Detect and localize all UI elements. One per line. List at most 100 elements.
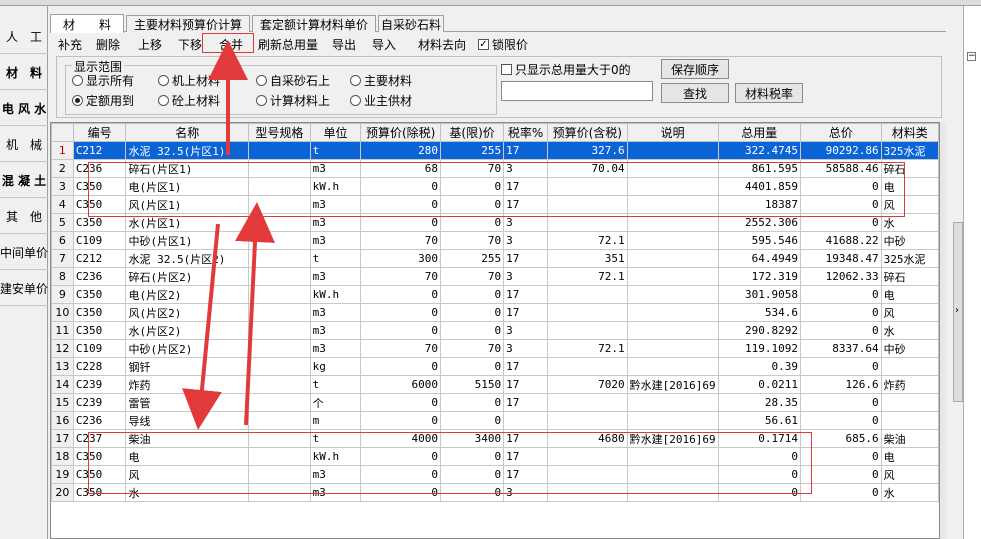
table-cell[interactable] (248, 375, 311, 394)
table-cell[interactable]: 301.9058 (717, 285, 802, 304)
radio-main-material[interactable]: 主要材料 (350, 72, 412, 89)
table-cell[interactable]: 风(片区2) (125, 303, 250, 322)
table-cell[interactable]: 9 (51, 285, 74, 304)
table-cell[interactable]: 0 (360, 285, 441, 304)
table-cell[interactable]: 0 (439, 303, 505, 322)
export-button[interactable]: 导出 (332, 35, 356, 53)
table-cell[interactable]: 水 (880, 483, 939, 502)
column-header[interactable] (51, 123, 74, 142)
table-cell[interactable] (248, 321, 311, 340)
add-button[interactable]: 补充 (58, 35, 82, 53)
table-cell[interactable] (248, 249, 311, 268)
table-cell[interactable]: 雷管 (125, 393, 250, 412)
table-cell[interactable]: 17 (503, 303, 548, 322)
table-row[interactable]: 6 C109 中砂(片区1) m3 70 70 3 72.1 595.546 41688.22 中砂 (51, 231, 939, 250)
tab-self-sand-stone[interactable]: 自采砂石料 (378, 15, 444, 32)
table-cell[interactable]: 70 (360, 339, 441, 358)
move-up-button[interactable]: 上移 (138, 35, 162, 53)
table-cell[interactable]: 17 (51, 429, 74, 448)
table-cell[interactable]: C239 (72, 375, 127, 394)
table-cell[interactable]: C228 (72, 357, 127, 376)
table-row[interactable]: 16 C236 导线 m 0 0 56.61 0 (51, 411, 939, 430)
table-cell[interactable] (248, 339, 311, 358)
table-cell[interactable]: 0 (800, 411, 882, 430)
left-nav-item[interactable]: 材 料 (0, 56, 48, 90)
table-cell[interactable]: 0 (800, 357, 882, 376)
table-cell[interactable] (880, 411, 939, 430)
table-cell[interactable] (248, 393, 311, 412)
material-destination-button[interactable]: 材料去向 (418, 35, 466, 53)
table-cell[interactable]: 0.39 (717, 357, 802, 376)
table-cell[interactable]: 电 (880, 285, 939, 304)
table-cell[interactable]: C109 (72, 231, 127, 250)
table-cell[interactable]: 0 (800, 321, 882, 340)
table-cell[interactable]: 10 (51, 303, 74, 322)
radio-quota-used[interactable]: 定额用到 (72, 92, 134, 109)
move-down-button[interactable]: 下移 (178, 35, 202, 53)
table-cell[interactable]: 17 (503, 375, 548, 394)
table-cell[interactable]: 70 (439, 267, 505, 286)
table-cell[interactable]: m (309, 411, 362, 430)
column-header[interactable]: 基(限)价 (439, 123, 505, 142)
table-cell[interactable]: C212 (72, 249, 127, 268)
table-cell[interactable]: 322.4745 (717, 141, 802, 160)
table-cell[interactable]: 导线 (125, 411, 250, 430)
table-cell[interactable]: 90292.86 (800, 141, 882, 160)
table-cell[interactable]: 70 (360, 231, 441, 250)
column-header[interactable]: 税率% (503, 123, 548, 142)
table-cell[interactable] (546, 321, 628, 340)
table-cell[interactable] (626, 339, 719, 358)
table-cell[interactable]: 3 (503, 267, 548, 286)
table-cell[interactable]: 17 (503, 285, 548, 304)
table-cell[interactable]: 11 (51, 321, 74, 340)
table-cell[interactable]: C236 (72, 411, 127, 430)
table-cell[interactable]: 41688.22 (800, 231, 882, 250)
radio-show-all[interactable]: 显示所有 (72, 72, 134, 89)
column-header[interactable]: 预算价(含税) (546, 123, 628, 142)
table-cell[interactable]: 126.6 (800, 375, 882, 394)
left-nav-item[interactable]: 建安单价 (0, 272, 48, 306)
table-cell[interactable]: 595.546 (717, 231, 802, 250)
table-cell[interactable] (626, 267, 719, 286)
table-row[interactable]: 1 C212 水泥 32.5(片区1) t 280 255 17 327.6 322.4745 9… (51, 141, 939, 160)
table-cell[interactable]: C109 (72, 339, 127, 358)
table-cell[interactable] (546, 285, 628, 304)
table-cell[interactable]: 风 (880, 303, 939, 322)
left-nav-item[interactable]: 其 他 (0, 200, 48, 234)
table-cell[interactable]: 64.4949 (717, 249, 802, 268)
table-cell[interactable]: 72.1 (546, 339, 628, 358)
table-cell[interactable]: 5150 (439, 375, 505, 394)
radio-owner-supplied[interactable]: 业主供材 (350, 92, 412, 109)
table-row[interactable]: 14 C239 炸药 t 6000 5150 17 7020 黔水建[2016]69 0.0211… (51, 375, 939, 394)
search-button[interactable]: 查找 (661, 83, 729, 103)
table-cell[interactable]: 327.6 (546, 141, 628, 160)
column-header[interactable]: 单位 (309, 123, 362, 142)
table-cell[interactable]: 3 (503, 231, 548, 250)
lock-price-checkbox[interactable]: ✓ 锁限价 (478, 35, 528, 53)
table-cell[interactable] (626, 357, 719, 376)
table-cell[interactable]: 119.1092 (717, 339, 802, 358)
table-cell[interactable]: 中砂 (880, 339, 939, 358)
table-cell[interactable]: t (309, 249, 362, 268)
collapse-icon[interactable]: − (967, 52, 976, 61)
table-cell[interactable]: 3 (51, 177, 74, 196)
table-row[interactable]: 7 C212 水泥 32.5(片区2) t 300 255 17 351 64.4949 1934… (51, 249, 939, 268)
column-header[interactable]: 编号 (72, 123, 127, 142)
table-cell[interactable] (546, 303, 628, 322)
table-cell[interactable]: 19348.47 (800, 249, 882, 268)
table-cell[interactable]: 18 (51, 447, 74, 466)
table-cell[interactable]: 7 (51, 249, 74, 268)
delete-button[interactable]: 删除 (96, 35, 120, 53)
table-cell[interactable]: 70 (439, 339, 505, 358)
table-cell[interactable]: 0 (360, 321, 441, 340)
table-cell[interactable]: 28.35 (717, 393, 802, 412)
left-nav-item[interactable]: 机 械 (0, 128, 48, 162)
table-cell[interactable] (248, 411, 311, 430)
table-cell[interactable]: 255 (439, 141, 505, 160)
table-cell[interactable]: 12 (51, 339, 74, 358)
table-cell[interactable]: 290.8292 (717, 321, 802, 340)
table-cell[interactable]: 0 (360, 393, 441, 412)
table-cell[interactable]: 0 (439, 393, 505, 412)
table-cell[interactable] (248, 285, 311, 304)
table-cell[interactable]: 6000 (360, 375, 441, 394)
